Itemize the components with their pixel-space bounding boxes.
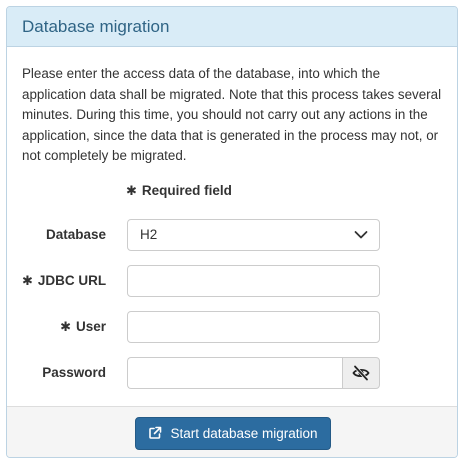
jdbc-url-label: ✱ JDBC URL — [22, 265, 106, 297]
database-select[interactable]: H2 — [127, 218, 380, 251]
panel-body: Please enter the access data of the data… — [7, 47, 457, 389]
database-migration-panel: Database migration Please enter the acce… — [6, 6, 458, 458]
jdbc-url-label-text: JDBC URL — [37, 272, 107, 288]
password-row: Password — [22, 356, 442, 389]
required-field-label: Required field — [141, 182, 232, 198]
panel-footer: Start database migration — [7, 406, 457, 457]
eye-slash-icon — [352, 364, 370, 381]
password-group — [127, 356, 380, 389]
required-field-note: ✱ Required field — [126, 181, 442, 201]
required-asterisk-icon: ✱ — [60, 318, 71, 334]
password-label: Password — [42, 364, 106, 380]
intro-text: Please enter the access data of the data… — [22, 66, 442, 163]
start-migration-button[interactable]: Start database migration — [135, 416, 331, 450]
user-row: ✱ User — [22, 310, 442, 343]
start-migration-label: Start database migration — [170, 425, 318, 441]
user-input[interactable] — [127, 310, 380, 343]
database-selected-value: H2 — [140, 226, 158, 242]
password-visibility-toggle[interactable] — [342, 356, 380, 389]
database-label: Database — [45, 226, 106, 242]
chevron-down-icon — [354, 230, 368, 238]
password-input[interactable] — [127, 356, 343, 389]
external-link-icon — [149, 426, 162, 439]
panel-title: Database migration — [22, 17, 170, 36]
required-asterisk-icon: ✱ — [126, 182, 137, 198]
database-row: Database H2 — [22, 218, 442, 251]
jdbc-url-input[interactable] — [127, 264, 380, 297]
jdbc-url-row: ✱ JDBC URL — [22, 264, 442, 297]
user-label-text: User — [75, 318, 106, 334]
panel-heading: Database migration — [7, 7, 457, 47]
user-label: ✱ User — [22, 311, 106, 343]
required-asterisk-icon: ✱ — [22, 272, 33, 288]
